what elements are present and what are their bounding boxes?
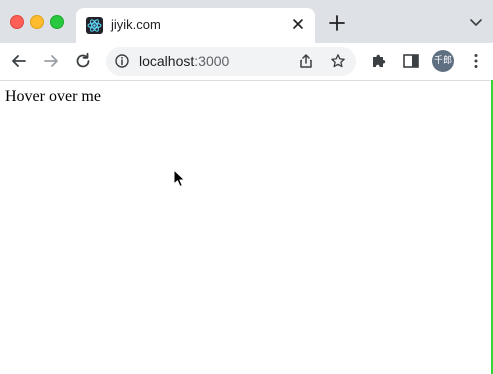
profile-avatar[interactable]: 千郎 (432, 50, 454, 72)
url-host: localhost (139, 53, 195, 69)
new-tab-button[interactable] (327, 13, 347, 33)
react-icon (86, 17, 103, 34)
address-bar[interactable]: localhost:3000 (106, 47, 356, 76)
browser-toolbar: localhost:3000 千郎 (0, 43, 493, 81)
site-info-icon[interactable] (115, 54, 129, 68)
more-menu-icon[interactable] (466, 51, 486, 71)
tab-title: jiyik.com (111, 17, 161, 32)
extensions-puzzle-icon[interactable] (369, 51, 389, 71)
bookmark-star-icon[interactable] (330, 53, 346, 69)
close-window-button[interactable] (10, 15, 24, 29)
reload-icon[interactable] (73, 51, 93, 71)
tab-search-chevron-icon[interactable] (469, 16, 483, 30)
share-icon[interactable] (298, 53, 314, 69)
browser-window: jiyik.com localhost:3000 千郎 Hover over m… (0, 0, 493, 374)
back-arrow-icon[interactable] (9, 51, 29, 71)
url-text: localhost:3000 (139, 53, 229, 69)
tab-active[interactable]: jiyik.com (76, 8, 315, 43)
page-content: Hover over me (0, 81, 491, 374)
side-panel-icon[interactable] (401, 51, 421, 71)
mouse-pointer-icon (173, 169, 187, 189)
hover-target-text[interactable]: Hover over me (5, 88, 101, 106)
minimize-window-button[interactable] (30, 15, 44, 29)
forward-arrow-icon[interactable] (41, 51, 61, 71)
tab-strip: jiyik.com (0, 0, 493, 43)
close-tab-icon[interactable] (289, 15, 307, 33)
url-port: :3000 (194, 53, 230, 69)
zoom-window-button[interactable] (50, 15, 64, 29)
